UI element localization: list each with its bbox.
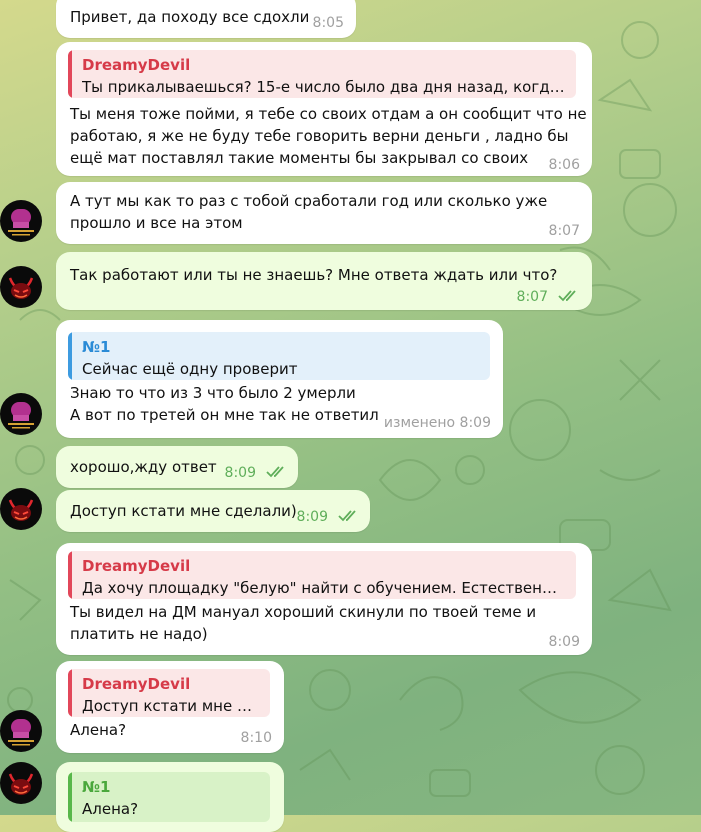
user-avatar[interactable]	[0, 266, 42, 308]
message-time: 8:05	[312, 15, 344, 31]
devil-avatar-icon	[8, 277, 34, 299]
message-text: Ты меня тоже пойми, я тебе со своих отда…	[70, 105, 587, 167]
partner-avatar-icon	[8, 209, 34, 236]
reply-author: №1	[82, 778, 111, 796]
partner-avatar-icon	[8, 402, 34, 429]
reply-author: DreamyDevil	[82, 557, 191, 575]
message-text: Так работают или ты не знаешь? Мне ответ…	[70, 266, 558, 284]
reply-text: Ты прикалываешься? 15-е число было два д…	[82, 78, 566, 96]
message-bubble-incoming[interactable]: DreamyDevil Ты прикалываешься? 15-е числ…	[56, 42, 592, 176]
devil-avatar-icon	[8, 499, 34, 521]
double-check-icon	[558, 290, 576, 302]
message-text: А тут мы как то раз с тобой сработали го…	[70, 192, 548, 232]
reply-author: №1	[82, 338, 111, 356]
reply-quote[interactable]: DreamyDevil Да хочу площадку "белую" най…	[68, 551, 576, 599]
message-text: Алена?	[70, 721, 127, 739]
user-avatar[interactable]	[0, 762, 42, 804]
reply-author: DreamyDevil	[82, 675, 191, 693]
message-bubble-outgoing[interactable]: хорошо,жду ответ 8:09	[56, 446, 298, 488]
user-avatar[interactable]	[0, 488, 42, 530]
message-text: Доступ кстати мне сделали)	[70, 502, 297, 520]
message-text: Привет, да походу все сдохли	[70, 8, 310, 26]
partner-avatar[interactable]	[0, 710, 42, 752]
message-time: 8:09	[224, 465, 256, 481]
message-bubble-outgoing[interactable]: Доступ кстати мне сделали) 8:09	[56, 490, 370, 532]
message-bubble-incoming[interactable]: А тут мы как то раз с тобой сработали го…	[56, 182, 592, 244]
reply-quote[interactable]: DreamyDevil Доступ кстати мне сд...	[68, 669, 270, 717]
partner-avatar[interactable]	[0, 200, 42, 242]
message-time: изменено 8:09	[383, 415, 491, 431]
message-time: 8:06	[548, 157, 580, 173]
message-time: 8:07	[516, 289, 548, 305]
message-time: 8:09	[296, 509, 328, 525]
message-time: 8:10	[240, 730, 272, 746]
reply-text: Алена?	[82, 800, 139, 818]
reply-quote[interactable]: №1 Сейчас ещё одну проверит	[68, 332, 490, 380]
reply-author: DreamyDevil	[82, 56, 191, 74]
message-time: 8:09	[548, 634, 580, 650]
partner-avatar[interactable]	[0, 393, 42, 435]
message-text: Знаю то что из 3 что было 2 умерли А вот…	[70, 384, 379, 424]
message-bubble-incoming[interactable]: DreamyDevil Доступ кстати мне сд... Ален…	[56, 661, 284, 753]
partner-avatar-icon	[8, 719, 34, 746]
message-bubble-incoming[interactable]: DreamyDevil Да хочу площадку "белую" най…	[56, 543, 592, 655]
message-time: 8:07	[548, 223, 580, 239]
message-bubble-incoming[interactable]: Привет, да походу все сдохли 8:05	[56, 0, 356, 38]
message-text: Ты видел на ДМ мануал хороший скинули по…	[70, 603, 537, 643]
message-bubble-outgoing[interactable]: №1 Алена?	[56, 762, 284, 832]
message-text: хорошо,жду ответ	[70, 458, 217, 476]
reply-text: Сейчас ещё одну проверит	[82, 360, 298, 378]
reply-text: Доступ кстати мне сд...	[82, 697, 260, 715]
message-bubble-outgoing[interactable]: Так работают или ты не знаешь? Мне ответ…	[56, 252, 592, 310]
reply-text: Да хочу площадку "белую" найти с обучени…	[82, 579, 566, 597]
reply-quote[interactable]: DreamyDevil Ты прикалываешься? 15-е числ…	[68, 50, 576, 98]
devil-avatar-icon	[8, 773, 34, 795]
message-bubble-incoming[interactable]: №1 Сейчас ещё одну проверит Знаю то что …	[56, 320, 503, 438]
double-check-icon	[266, 466, 284, 478]
double-check-icon	[338, 510, 356, 522]
